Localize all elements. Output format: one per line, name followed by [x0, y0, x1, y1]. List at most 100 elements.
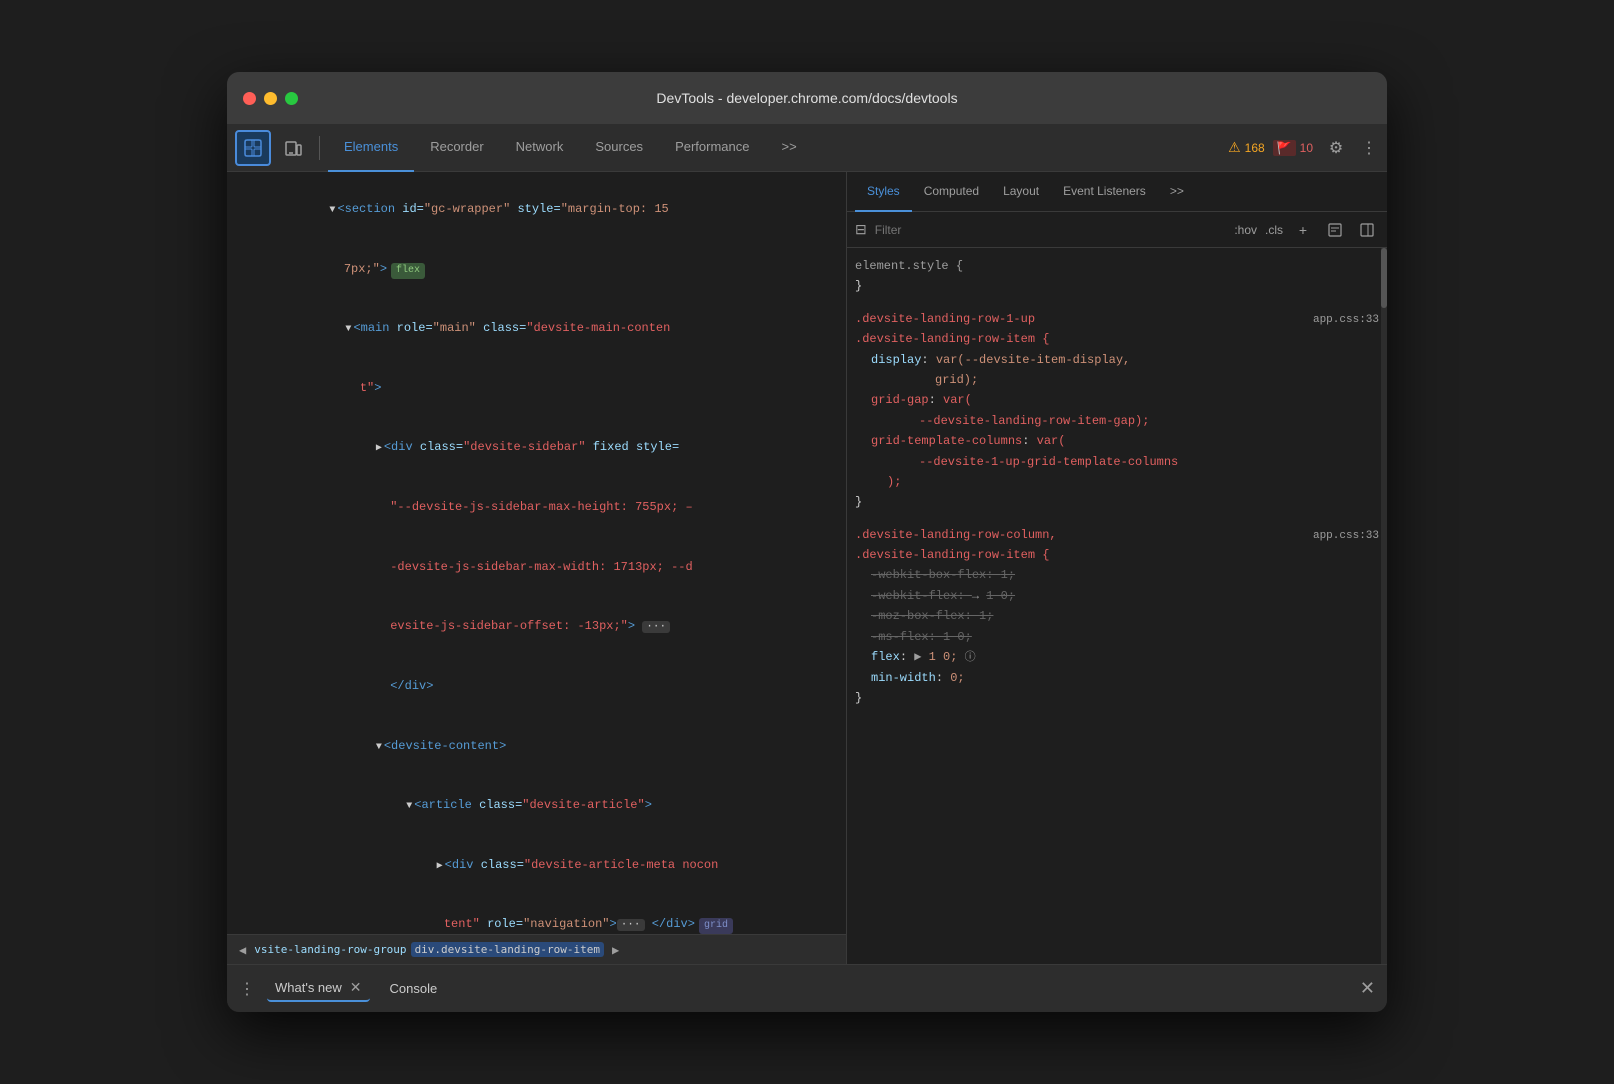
tab-network[interactable]: Network: [500, 124, 580, 172]
settings-icon: ⚙: [1329, 138, 1343, 158]
warning-badge[interactable]: ⚠ 168: [1228, 139, 1265, 156]
tab-event-listeners[interactable]: Event Listeners: [1051, 172, 1158, 212]
filter-icon: ⊟: [855, 221, 867, 238]
css-rule-1-body: display: var(--devsite-item-display, gri…: [855, 350, 1379, 493]
minimize-button[interactable]: [264, 92, 277, 105]
new-style-rule-button[interactable]: [1323, 218, 1347, 242]
scrollbar-thumb[interactable]: [1381, 248, 1387, 308]
breadcrumb-item-1[interactable]: vsite-landing-row-group: [254, 943, 406, 956]
css-rule-2-selectors: .devsite-landing-row-column, .devsite-la…: [855, 525, 1057, 566]
pseudo-class-cls[interactable]: .cls: [1265, 223, 1283, 237]
css-rule-2-close: }: [855, 688, 1379, 708]
breadcrumb-back-button[interactable]: ◀: [235, 943, 250, 957]
styles-content[interactable]: element.style { } .devsite-landing-row-1…: [847, 248, 1387, 964]
tab-recorder[interactable]: Recorder: [414, 124, 499, 172]
css-prop-grid-template: grid-template-columns: var(: [871, 431, 1379, 451]
titlebar: DevTools - developer.chrome.com/docs/dev…: [227, 72, 1387, 124]
settings-button[interactable]: ⚙: [1321, 133, 1351, 163]
css-prop-min-width: min-width: 0;: [871, 668, 1379, 688]
html-line[interactable]: 7px;">flex: [227, 240, 846, 300]
sidebar-toggle-icon: [1360, 223, 1374, 237]
warning-icon: ⚠: [1228, 139, 1241, 156]
toolbar-divider-1: [319, 136, 320, 160]
breadcrumb-bar: ◀ vsite-landing-row-group div.devsite-la…: [227, 934, 846, 964]
filter-input[interactable]: [875, 223, 1227, 237]
more-options-button[interactable]: ⋮: [1359, 133, 1379, 163]
drawer-tab-whats-new[interactable]: What's new ✕: [267, 975, 370, 1002]
styles-toolbar: ⊟ :hov .cls +: [847, 212, 1387, 248]
html-line[interactable]: "--devsite-js-sidebar-max-height: 755px;…: [227, 478, 846, 538]
html-line[interactable]: ▼<main role="main" class="devsite-main-c…: [227, 299, 846, 359]
drawer-close-button[interactable]: ✕: [1360, 978, 1375, 999]
html-line[interactable]: ▼<section id="gc-wrapper" style="margin-…: [227, 180, 846, 240]
tab-styles-more[interactable]: >>: [1158, 172, 1196, 212]
devtools-window: DevTools - developer.chrome.com/docs/dev…: [227, 72, 1387, 1012]
whats-new-close-button[interactable]: ✕: [350, 979, 362, 996]
toggle-sidebar-button[interactable]: [1355, 218, 1379, 242]
css-rule-2: .devsite-landing-row-column, .devsite-la…: [855, 525, 1379, 709]
css-rule-header: element.style {: [855, 256, 1379, 276]
breadcrumb-forward-button[interactable]: ▶: [608, 943, 623, 957]
css-rule-2-body: -webkit-box-flex: 1; -webkit-flex: → 1 0…: [855, 565, 1379, 688]
css-prop-moz-box-flex: -moz-box-flex: 1;: [871, 606, 1379, 626]
css-source-1: app.css:33: [1313, 311, 1379, 330]
css-rule-1-close: }: [855, 492, 1379, 512]
elements-panel: ▼<section id="gc-wrapper" style="margin-…: [227, 172, 847, 964]
drawer-more-button[interactable]: ⋮: [239, 979, 255, 999]
css-rule-element-style: element.style { }: [855, 256, 1379, 297]
breadcrumb-item-2[interactable]: div.devsite-landing-row-item: [411, 942, 604, 957]
toolbar-right: ⚠ 168 🚩 10 ⚙ ⋮: [1228, 133, 1379, 163]
html-line[interactable]: ▼<devsite-content>: [227, 716, 846, 776]
html-line[interactable]: ▼<article class="devsite-article">: [227, 776, 846, 836]
close-button[interactable]: [243, 92, 256, 105]
tab-sources[interactable]: Sources: [579, 124, 659, 172]
css-prop-webkit-box-flex: -webkit-box-flex: 1;: [871, 565, 1379, 585]
styles-tabs: Styles Computed Layout Event Listeners >…: [847, 172, 1387, 212]
traffic-lights: [243, 92, 298, 105]
css-rule-2-header: .devsite-landing-row-column, .devsite-la…: [855, 525, 1379, 566]
whats-new-label: What's new: [275, 980, 342, 995]
device-mode-icon: [284, 139, 302, 157]
html-line[interactable]: evsite-js-sidebar-offset: -13px;"> ···: [227, 597, 846, 657]
html-line[interactable]: ▶<div class="devsite-article-meta nocon: [227, 836, 846, 896]
selector-icon: [244, 139, 262, 157]
error-badge[interactable]: 🚩 10: [1273, 140, 1313, 156]
tab-layout[interactable]: Layout: [991, 172, 1051, 212]
css-prop-display: display: var(--devsite-item-display,: [871, 350, 1379, 370]
tab-computed[interactable]: Computed: [912, 172, 991, 212]
device-mode-button[interactable]: [275, 130, 311, 166]
css-rule-1-header: .devsite-landing-row-1-up .devsite-landi…: [855, 309, 1379, 350]
element-selector-button[interactable]: [235, 130, 271, 166]
tab-styles[interactable]: Styles: [855, 172, 912, 212]
tab-more[interactable]: >>: [765, 124, 812, 172]
html-line[interactable]: t">: [227, 359, 846, 419]
devtools-panel: Elements Recorder Network Sources Perfor…: [227, 124, 1387, 1012]
html-line[interactable]: -devsite-js-sidebar-max-width: 1713px; -…: [227, 537, 846, 597]
add-style-rule-button[interactable]: +: [1291, 218, 1315, 242]
elements-content[interactable]: ▼<section id="gc-wrapper" style="margin-…: [227, 172, 846, 934]
html-line[interactable]: </div>: [227, 657, 846, 717]
css-prop-ms-flex: -ms-flex: 1 0;: [871, 627, 1379, 647]
css-prop-grid-template-end: );: [871, 472, 1379, 492]
tab-performance[interactable]: Performance: [659, 124, 765, 172]
css-selector-label: element.style {: [855, 259, 963, 273]
error-count: 10: [1300, 141, 1313, 155]
pseudo-class-hov[interactable]: :hov: [1234, 223, 1257, 237]
css-rule-1: .devsite-landing-row-1-up .devsite-landi…: [855, 309, 1379, 513]
maximize-button[interactable]: [285, 92, 298, 105]
bottom-drawer: ⋮ What's new ✕ Console ✕: [227, 964, 1387, 1012]
tab-elements[interactable]: Elements: [328, 124, 414, 172]
tab-bar: Elements Recorder Network Sources Perfor…: [328, 124, 1224, 172]
html-line[interactable]: ▶<div class="devsite-sidebar" fixed styl…: [227, 418, 846, 478]
css-prop-gap-cont: --devsite-landing-row-item-gap);: [871, 411, 1379, 431]
warning-count: 168: [1245, 141, 1265, 155]
drawer-tab-console[interactable]: Console: [382, 977, 446, 1000]
css-prop-display-cont: grid);: [871, 370, 1379, 390]
css-source-2: app.css:33: [1313, 527, 1379, 546]
css-prop-flex: flex: ▶ 1 0; ⓘ: [871, 647, 1379, 668]
css-rule-1-selectors: .devsite-landing-row-1-up .devsite-landi…: [855, 309, 1049, 350]
html-line[interactable]: tent" role="navigation">··· </div>grid: [227, 895, 846, 934]
more-icon: ⋮: [1361, 138, 1377, 158]
css-prop-grid-template-cont: --devsite-1-up-grid-template-columns: [871, 452, 1379, 472]
devtools-main: ▼<section id="gc-wrapper" style="margin-…: [227, 172, 1387, 964]
